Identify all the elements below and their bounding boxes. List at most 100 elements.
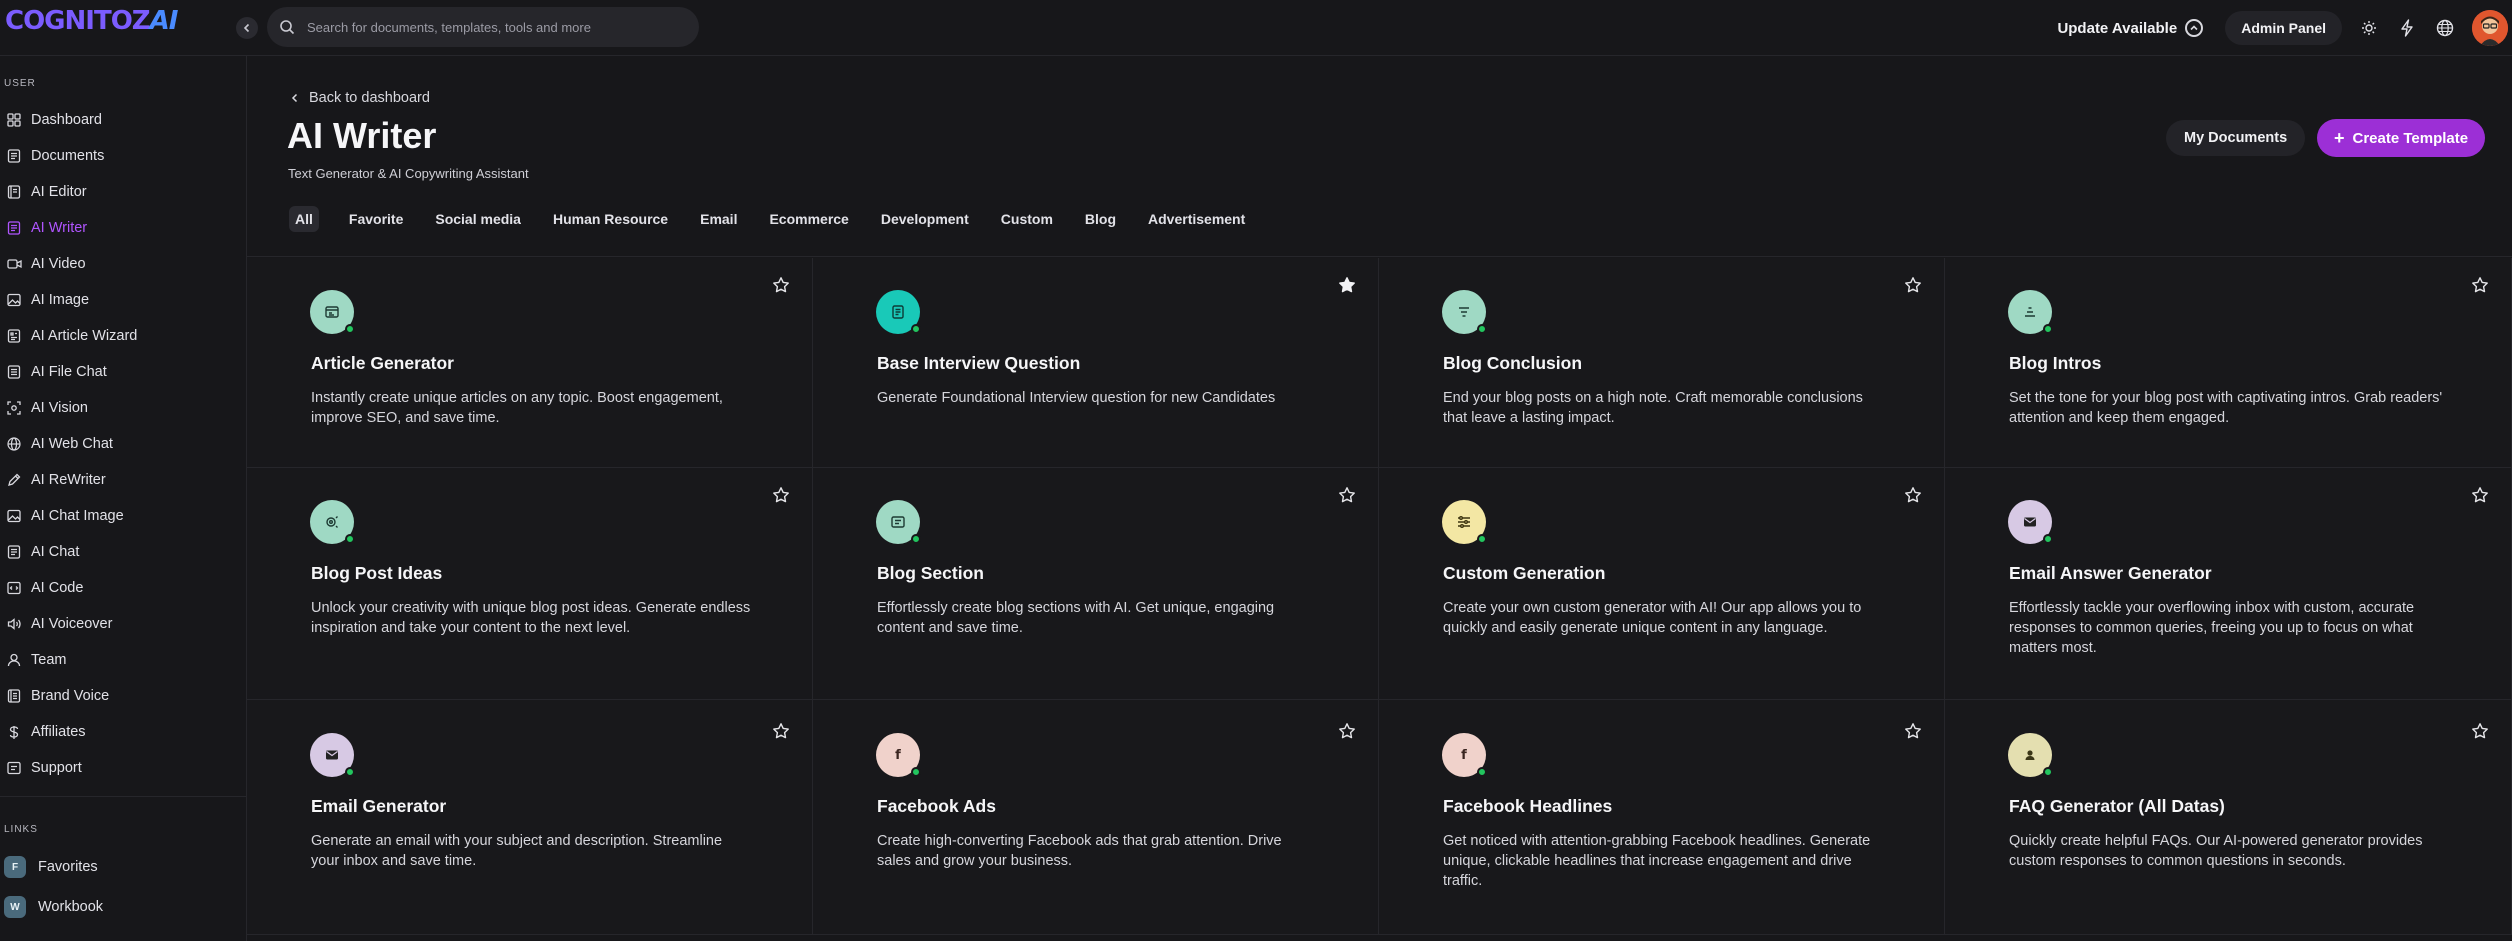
card-title: Article Generator (311, 353, 454, 373)
user-avatar[interactable] (2472, 10, 2508, 46)
update-available-button[interactable]: Update Available (2057, 19, 2204, 37)
app-logo[interactable]: COGNITOZAI (5, 6, 179, 36)
tab-custom[interactable]: Custom (995, 206, 1059, 232)
template-card-blog-post-ideas[interactable]: Blog Post Ideas Unlock your creativity w… (247, 468, 813, 700)
star-outline-icon[interactable] (1338, 722, 1356, 740)
template-card-email-generator[interactable]: Email Generator Generate an email with y… (247, 700, 813, 935)
sidebar-item-documents[interactable]: Documents (6, 143, 104, 169)
vision-icon (6, 400, 22, 416)
card-description: Unlock your creativity with unique blog … (311, 600, 751, 636)
sidebar-item-ai-vision[interactable]: AI Vision (6, 395, 88, 421)
star-outline-icon[interactable] (1904, 722, 1922, 740)
card-description: Create your own custom generator with AI… (1443, 600, 1862, 636)
template-card-blog-intros[interactable]: Blog Intros Set the tone for your blog p… (1945, 258, 2512, 468)
star-outline-icon[interactable] (772, 276, 790, 294)
sidebar-item-ai-article-wizard[interactable]: AI Article Wizard (6, 323, 137, 349)
star-filled-icon[interactable] (1338, 276, 1356, 294)
template-card-blog-conclusion[interactable]: Blog Conclusion End your blog posts on a… (1379, 258, 1945, 468)
card-title: Blog Conclusion (1443, 353, 1583, 373)
search-icon (280, 20, 295, 35)
tab-advertisement[interactable]: Advertisement (1142, 206, 1251, 232)
sidebar-item-brand-voice[interactable]: Brand Voice (6, 683, 109, 709)
sidebar-item-ai-image[interactable]: AI Image (6, 287, 89, 313)
sidebar-item-ai-rewriter[interactable]: AI ReWriter (6, 467, 106, 493)
sidebar-item-support[interactable]: Support (6, 755, 82, 781)
star-outline-icon[interactable] (2471, 276, 2489, 294)
document-icon (876, 290, 921, 334)
code-icon (6, 580, 22, 596)
link-badge: F (4, 856, 26, 878)
star-outline-icon[interactable] (1904, 486, 1922, 504)
chat-icon (6, 544, 22, 560)
sidebar-item-ai-file-chat[interactable]: AI File Chat (6, 359, 107, 385)
lightning-icon[interactable] (2394, 15, 2420, 41)
search-bar[interactable] (267, 7, 699, 47)
sidebar-item-ai-code[interactable]: AI Code (6, 575, 83, 601)
sidebar-item-ai-chat-image[interactable]: AI Chat Image (6, 503, 124, 529)
star-outline-icon[interactable] (772, 722, 790, 740)
search-input[interactable] (305, 18, 689, 36)
star-outline-icon[interactable] (772, 486, 790, 504)
globe-icon[interactable] (2432, 15, 2458, 41)
template-card-blog-section[interactable]: Blog Section Effortlessly create blog se… (813, 468, 1379, 700)
star-outline-icon[interactable] (1904, 276, 1922, 294)
update-label: Update Available (2057, 19, 2178, 37)
template-card-base-interview-question[interactable]: Base Interview Question Generate Foundat… (813, 258, 1379, 468)
template-card-custom-generation[interactable]: Custom Generation Create your own custom… (1379, 468, 1945, 700)
tab-development[interactable]: Development (875, 206, 975, 232)
card-description: Quickly create helpful FAQs. Our AI-powe… (2009, 833, 2423, 869)
star-outline-icon[interactable] (2471, 722, 2489, 740)
card-title: Facebook Headlines (1443, 796, 1613, 816)
link-workbook[interactable]: W Workbook (4, 894, 103, 920)
collapse-sidebar-button[interactable] (236, 17, 258, 39)
sidebar-item-team[interactable]: Team (6, 647, 66, 673)
mail-icon (2008, 500, 2053, 544)
template-card-article-generator[interactable]: Article Generator Instantly create uniqu… (247, 258, 813, 468)
star-outline-icon[interactable] (2471, 486, 2489, 504)
sidebar-item-ai-chat[interactable]: AI Chat (6, 539, 79, 565)
back-to-dashboard-link[interactable]: Back to dashboard (291, 90, 430, 106)
mail-icon (310, 733, 355, 777)
card-description: Effortlessly tackle your overflowing inb… (2009, 600, 2415, 656)
sidebar-item-label: AI ReWriter (31, 472, 106, 488)
user-section-label: USER (4, 78, 36, 89)
template-card-email-answer-generator[interactable]: Email Answer Generator Effortlessly tack… (1945, 468, 2512, 700)
sidebar-item-ai-video[interactable]: AI Video (6, 251, 86, 277)
template-card-facebook-ads[interactable]: f Facebook Ads Create high-converting Fa… (813, 700, 1379, 935)
documents-icon (6, 148, 22, 164)
link-label: Favorites (38, 859, 98, 875)
star-outline-icon[interactable] (1338, 486, 1356, 504)
theme-toggle-sun-icon[interactable] (2356, 15, 2382, 41)
tab-email[interactable]: Email (694, 206, 743, 232)
card-title: Blog Post Ideas (311, 563, 443, 583)
sliders-icon (1442, 500, 1487, 544)
sidebar-item-dashboard[interactable]: Dashboard (6, 107, 102, 133)
sidebar-item-ai-editor[interactable]: AI Editor (6, 179, 87, 205)
dollar-icon (6, 724, 22, 740)
sidebar-item-label: AI Article Wizard (31, 328, 138, 344)
admin-panel-button[interactable]: Admin Panel (2225, 11, 2342, 45)
tab-ecommerce[interactable]: Ecommerce (763, 206, 854, 232)
sidebar-item-ai-voiceover[interactable]: AI Voiceover (6, 611, 112, 637)
page-title: AI Writer (287, 115, 437, 156)
my-documents-button[interactable]: My Documents (2166, 120, 2306, 156)
tab-human-resource[interactable]: Human Resource (547, 206, 674, 232)
sidebar-item-affiliates[interactable]: Affiliates (6, 719, 86, 745)
sidebar-item-ai-web-chat[interactable]: AI Web Chat (6, 431, 113, 457)
link-label: Workbook (38, 899, 104, 915)
tab-blog[interactable]: Blog (1079, 206, 1122, 232)
tab-social-media[interactable]: Social media (429, 206, 527, 232)
template-card-facebook-headlines[interactable]: f Facebook Headlines Get noticed with at… (1379, 700, 1945, 935)
idea-icon (310, 500, 355, 544)
logo-ai-text: AI (149, 6, 179, 36)
tab-all[interactable]: All (289, 206, 319, 232)
create-template-label: Create Template (2352, 129, 2469, 147)
chevron-left-icon (291, 93, 298, 103)
template-card-faq-generator[interactable]: FAQ Generator (All Datas) Quickly create… (1945, 700, 2512, 935)
sidebar-item-ai-writer[interactable]: AI Writer (6, 215, 87, 241)
sidebar-item-label: Support (31, 760, 82, 776)
sidebar-item-label: AI File Chat (31, 364, 107, 380)
create-template-button[interactable]: + Create Template (2317, 119, 2486, 157)
tab-favorite[interactable]: Favorite (343, 206, 409, 232)
link-favorites[interactable]: F Favorites (4, 854, 98, 880)
